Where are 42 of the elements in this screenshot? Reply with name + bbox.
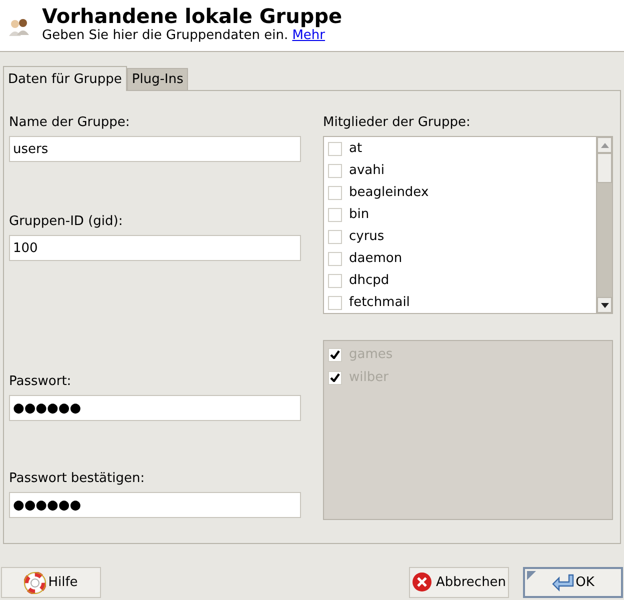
button[interactable]: OK: [523, 567, 623, 598]
member-name: beagleindex: [349, 185, 429, 201]
member-name: dhcpd: [349, 273, 390, 289]
member-name: fetchmail: [349, 295, 410, 311]
member-name: bin: [349, 207, 370, 223]
default-corner-icon: [527, 571, 536, 580]
member-name: cyrus: [349, 229, 384, 245]
input-field[interactable]: 100: [9, 235, 301, 261]
member-name: daemon: [349, 251, 402, 267]
field-label: Name der Gruppe:: [9, 115, 131, 131]
lifebuoy-icon: [24, 572, 46, 594]
checkbox[interactable]: [328, 164, 342, 178]
dialog-subtitle: Geben Sie hier die Gruppendaten ein.: [42, 28, 288, 43]
checkbox[interactable]: [328, 274, 342, 288]
checkbox[interactable]: [328, 142, 342, 156]
button[interactable]: Abbrechen: [409, 567, 509, 598]
field-label: Gruppen-ID (gid):: [9, 214, 124, 230]
checkbox[interactable]: [328, 186, 342, 200]
input-field[interactable]: ●●●●●●: [9, 492, 301, 518]
dialog-title: Vorhandene lokale Gruppe: [42, 4, 342, 28]
field-label: Passwort:: [9, 374, 72, 390]
member-name: at: [349, 141, 362, 157]
scrollbar[interactable]: [596, 137, 612, 313]
users-icon: [8, 16, 30, 38]
input-field[interactable]: ●●●●●●: [9, 395, 301, 421]
field-label: Passwort bestätigen:: [9, 471, 146, 487]
input-field[interactable]: users: [9, 136, 301, 162]
checkbox[interactable]: [328, 296, 342, 310]
more-link[interactable]: Mehr: [292, 28, 326, 43]
tab[interactable]: Daten für Gruppe: [3, 66, 127, 91]
member-name: avahi: [349, 163, 384, 179]
scroll-thumb[interactable]: [597, 153, 612, 183]
close-icon: [412, 572, 434, 594]
checkbox[interactable]: [328, 252, 342, 266]
tab[interactable]: Plug-Ins: [126, 68, 188, 90]
button[interactable]: Hilfe: [1, 567, 101, 598]
checkbox[interactable]: [328, 230, 342, 244]
checkbox[interactable]: [328, 208, 342, 222]
scroll-down-icon: [600, 302, 608, 308]
scroll-up-icon: [600, 142, 608, 148]
list-label: Mitglieder der Gruppe:: [323, 115, 472, 131]
return-arrow-icon: [552, 572, 574, 594]
